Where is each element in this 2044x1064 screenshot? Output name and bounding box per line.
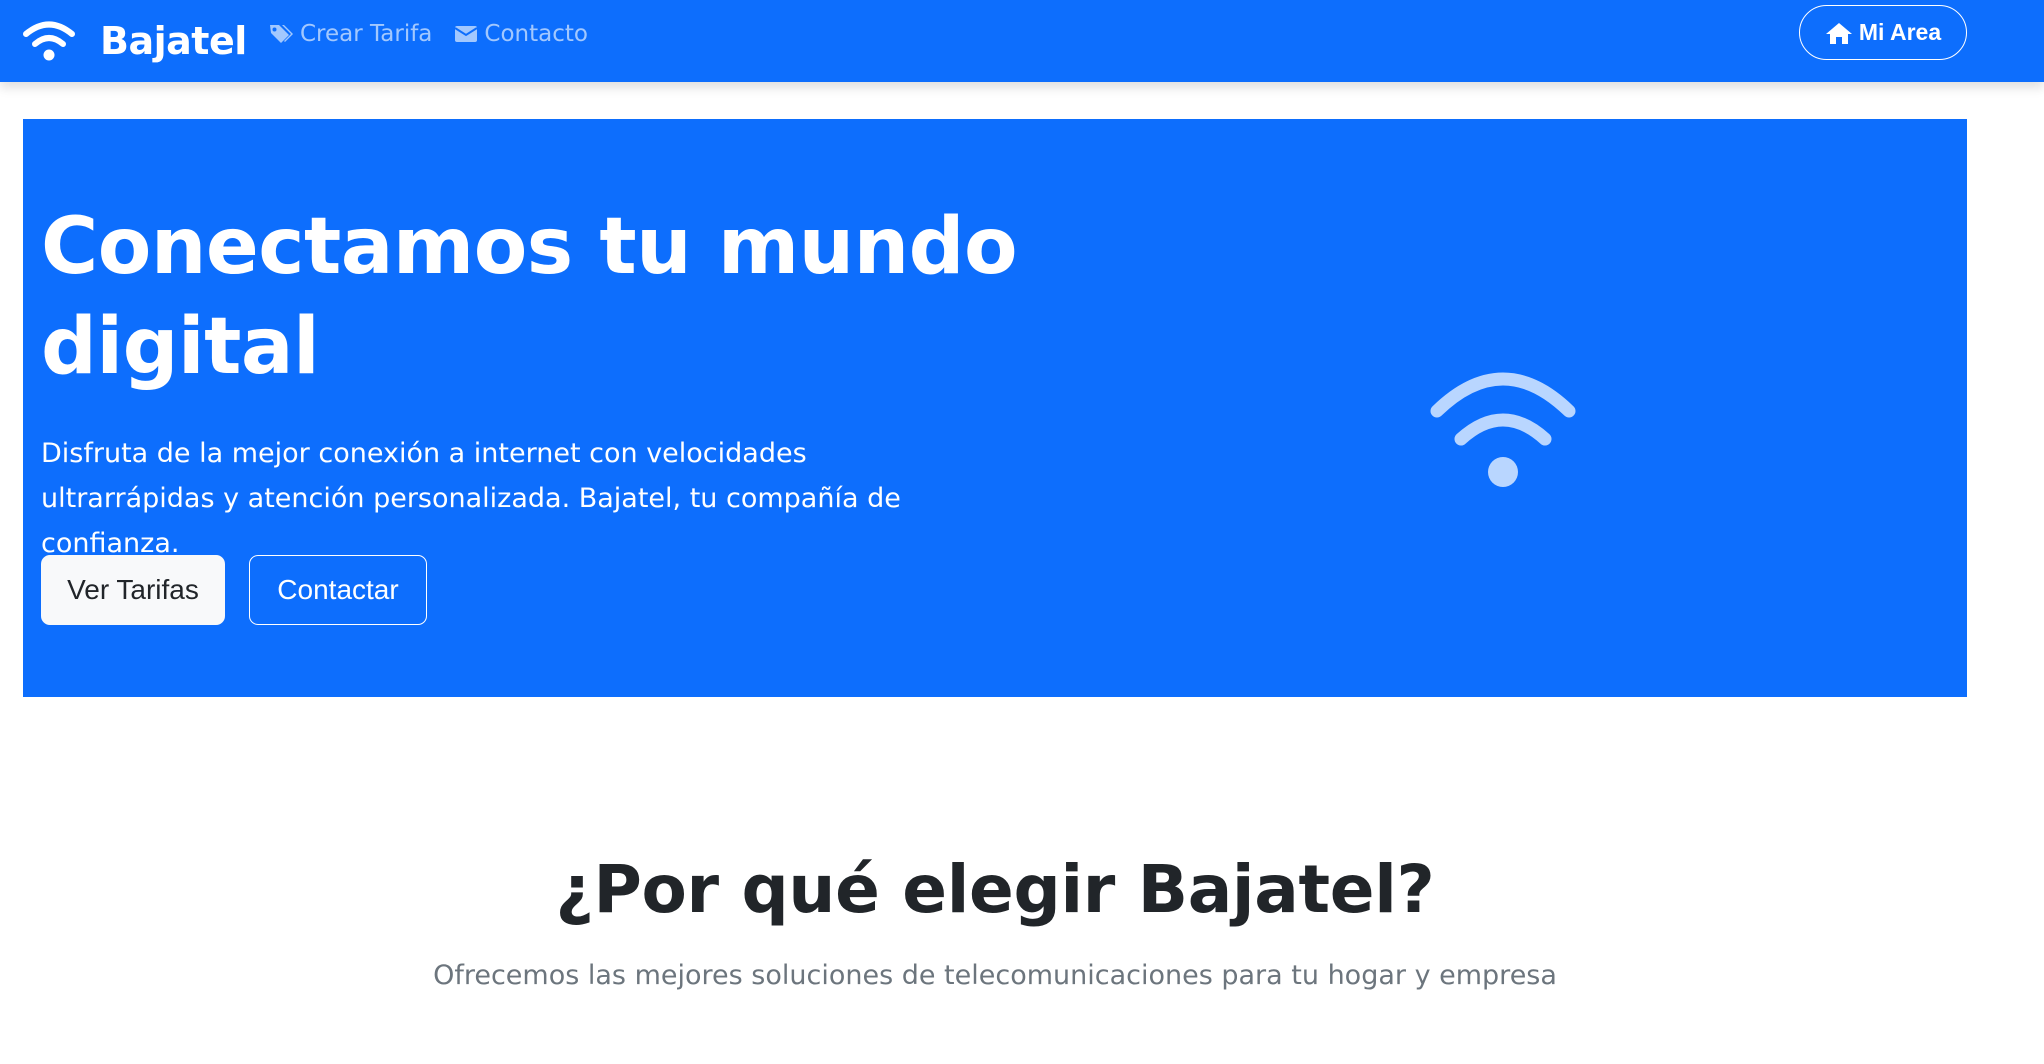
hero-title: Conectamos tu mundo digital — [41, 202, 1018, 392]
hero-section: Conectamos tu mundo digital Disfruta de … — [23, 119, 1967, 697]
why-subtitle: Ofrecemos las mejores soluciones de tele… — [433, 960, 1557, 991]
why-title: ¿Por qué elegir Bajatel? — [555, 851, 1435, 928]
wifi-icon — [22, 19, 76, 63]
tags-icon — [268, 22, 294, 46]
brand-name: Bajatel — [100, 19, 247, 63]
ver-tarifas-button[interactable]: Ver Tarifas — [41, 555, 225, 625]
contactar-button[interactable]: Contactar — [249, 555, 427, 625]
nav-link-label: Crear Tarifa — [300, 21, 433, 47]
nav-links: Crear Tarifa Contacto — [268, 14, 588, 54]
home-icon — [1825, 21, 1853, 45]
brand-link[interactable]: Bajatel — [22, 10, 247, 72]
nav-link-crear-tarifa[interactable]: Crear Tarifa — [268, 21, 432, 47]
nav-link-label: Contacto — [484, 21, 588, 47]
hero-buttons: Ver Tarifas Contactar — [41, 555, 427, 625]
nav-link-contacto[interactable]: Contacto — [454, 21, 588, 47]
hero-description: Disfruta de la mejor conexión a internet… — [41, 438, 901, 559]
mi-area-button[interactable]: Mi Area — [1799, 5, 1967, 60]
envelope-icon — [454, 24, 478, 44]
navbar: Bajatel Crear Tarifa Contacto Mi Area — [0, 0, 2044, 82]
wifi-icon — [1403, 347, 1603, 487]
mi-area-label: Mi Area — [1858, 19, 1942, 45]
